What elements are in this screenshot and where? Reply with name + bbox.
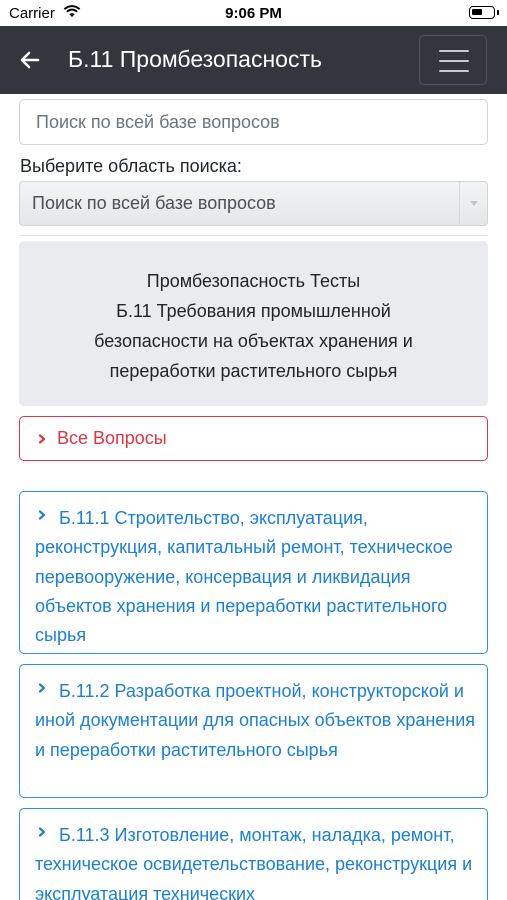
status-bar: Carrier 9:06 PM [0,0,507,26]
section-label: Б.11.3 Изготовление, монтаж, наладка, ре… [35,825,473,900]
info-line: Б.11 Требования промышленной [116,301,391,321]
chevron-right-icon [38,683,46,693]
back-arrow-icon[interactable] [18,48,42,72]
main-content: Выберите область поиска: Поиск по всей б… [0,94,507,900]
top-navbar: Б.11 Промбезопасность [0,26,507,94]
section-item[interactable]: Б.11.1 Строительство, эксплуатация, реко… [19,491,488,654]
hamburger-icon [439,50,469,52]
chevron-right-icon [38,510,46,520]
search-scope-select[interactable]: Поиск по всей базе вопросов [19,181,488,226]
divider [19,235,488,236]
all-questions-button[interactable]: Все Вопросы [19,416,488,461]
clock: 9:06 PM [225,5,282,22]
hamburger-icon [439,70,469,72]
info-line: переработки растительного сырья [109,361,398,381]
chevron-right-icon [38,827,46,837]
section-item[interactable]: Б.11.3 Изготовление, монтаж, наладка, ре… [19,808,488,900]
info-line: Промбезопасность Тесты [146,271,361,291]
search-input[interactable] [19,99,488,145]
page-title: Б.11 Промбезопасность [68,46,322,72]
menu-button[interactable] [419,35,487,85]
section-label: Б.11.2 Разработка проектной, конструктор… [35,681,476,760]
chevron-right-icon [38,434,46,444]
all-questions-label: Все Вопросы [57,428,167,448]
battery-icon [469,6,499,19]
chevron-down-icon [459,182,487,225]
search-scope-label: Выберите область поиска: [20,156,242,176]
section-label: Б.11.1 Строительство, эксплуатация, реко… [35,508,453,646]
section-item[interactable]: Б.11.2 Разработка проектной, конструктор… [19,664,488,798]
info-line: безопасности на объектах хранения и [94,331,413,351]
search-scope-value: Поиск по всей базе вопросов [32,193,276,213]
hamburger-icon [439,60,469,62]
test-info-box: Промбезопасность Тесты Б.11 Требования п… [19,241,488,406]
